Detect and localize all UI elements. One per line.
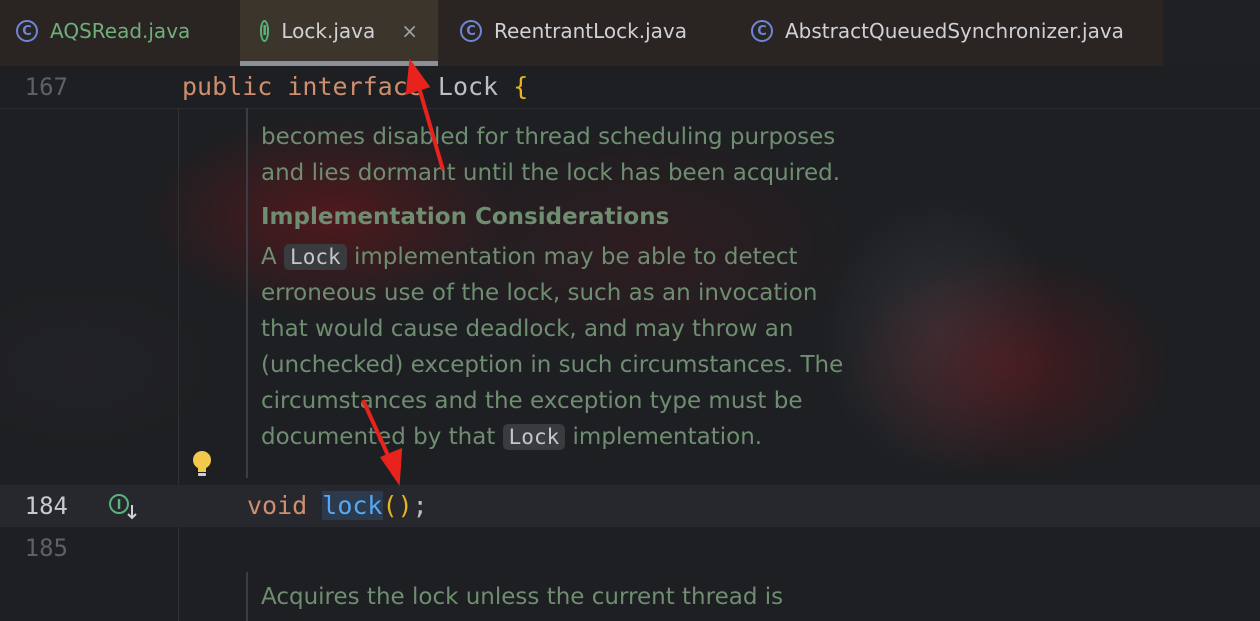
code-lock: Lock [502,424,566,450]
doc-line: erroneous use of the lock, such as an in… [261,280,818,306]
interface-icon: I [260,20,270,42]
code-lock: Lock [284,244,347,270]
line-number: 185 [24,534,68,562]
code-line-185[interactable]: 185 [0,527,1260,569]
tab-lock[interactable]: I Lock.java × [240,0,438,66]
close-paren: ) [397,491,413,520]
doc-line: circumstances and the exception type mus… [261,388,803,414]
doc-line: and lies dormant until the lock has been… [261,160,841,186]
keyword-void: void [247,491,308,520]
keyword-interface: interface [287,72,423,101]
editor-tab-bar: C AQSRead.java I Lock.java × C Reentrant… [0,0,1260,67]
implementations-gutter-icon[interactable]: I [108,493,142,521]
code-line[interactable]: public interface Lock { [182,66,528,108]
doc-comment-bar [246,572,248,621]
semicolon: ; [412,491,428,520]
line-number: 167 [24,73,68,101]
class-icon: C [751,20,773,42]
tab-label: Lock.java [281,19,376,43]
code-line[interactable]: void lock(); [247,485,428,527]
tab-reentrantlock[interactable]: C ReentrantLock.java [460,0,687,62]
close-icon[interactable]: × [401,19,418,43]
doc-line: becomes disabled for thread scheduling p… [261,124,836,150]
line-number: 184 [24,492,68,520]
lightbulb-icon[interactable] [190,449,214,479]
doc-line: Acquires the lock unless the current thr… [261,584,784,610]
doc-heading: Implementation Considerations [261,204,670,230]
doc-line: that would cause deadlock, and may throw… [261,316,794,342]
doc-line: (unchecked) exception in such circumstan… [261,352,844,378]
open-brace: { [513,72,529,101]
class-icon: C [460,20,482,42]
doc-line: A Lock implementation may be able to det… [261,244,798,270]
tab-label: AbstractQueuedSynchronizer.java [785,19,1124,43]
interface-name: Lock [437,72,499,101]
sticky-header-line[interactable]: 167 public interface Lock { [0,66,1260,109]
doc-comment-bar [246,108,248,478]
tab-aqsread[interactable]: C AQSRead.java [16,0,190,62]
tab-label: ReentrantLock.java [494,19,687,43]
doc-line: documented by that Lock implementation. [261,424,763,450]
rendered-javadoc[interactable]: Acquires the lock unless the current thr… [261,579,783,615]
method-name: lock [322,491,383,520]
class-run-icon: C [16,20,38,42]
current-line[interactable]: 184 void lock(); [0,485,1260,527]
rendered-javadoc[interactable]: becomes disabled for thread scheduling p… [261,119,843,455]
tab-abstractqueuedsynchronizer[interactable]: C AbstractQueuedSynchronizer.java [751,0,1124,62]
keyword-public: public [182,72,273,101]
tab-label: AQSRead.java [50,19,191,43]
open-paren: ( [382,491,398,520]
svg-text:I: I [117,498,122,513]
